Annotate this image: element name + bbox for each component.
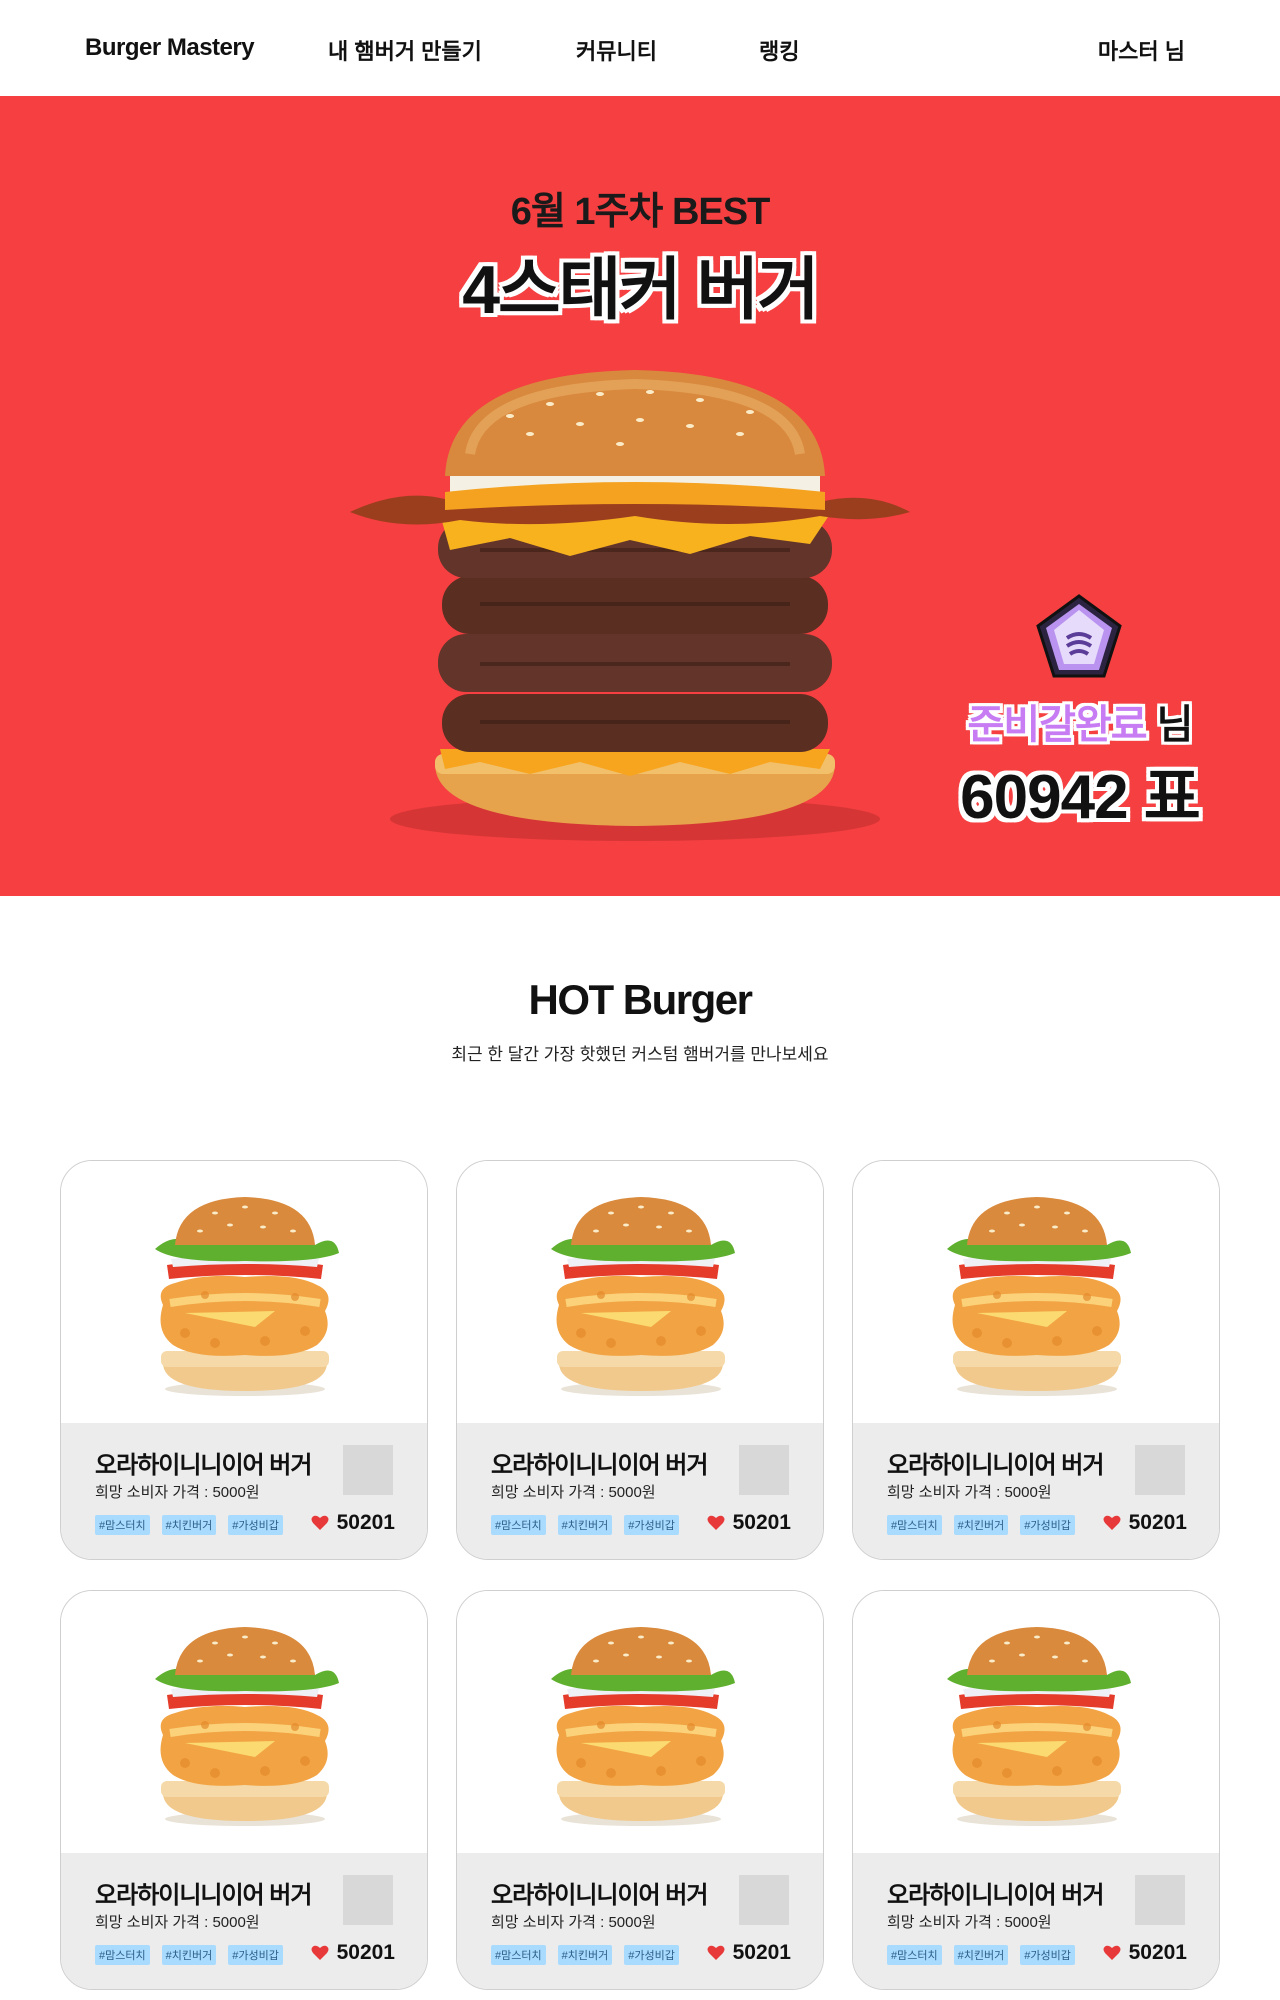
like-count: 50201 [336, 1511, 395, 1534]
burger-price: 희망 소비자 가격 : 5000원 [887, 1484, 1052, 1501]
tag-chip[interactable]: #가성비갑 [624, 1515, 679, 1535]
creator-thumbnail [343, 1445, 393, 1495]
pentagon-badge-icon [1036, 594, 1122, 678]
creator-thumbnail [1135, 1875, 1185, 1925]
tag-chip[interactable]: #맘스터치 [95, 1515, 150, 1535]
chicken-burger-image [155, 1627, 339, 1826]
burger-card[interactable]: 오라하이니니이어 버거 희망 소비자 가격 : 5000원 #맘스터치 #치킨버… [456, 1160, 824, 1560]
brand-logo[interactable]: Burger Mastery [85, 34, 255, 62]
burger-card-image [853, 1591, 1219, 1853]
burger-name: 오라하이니니이어 버거 [491, 1452, 708, 1479]
hot-section-subtitle: 최근 한 달간 가장 핫했던 커스텀 햄버거를 만나보세요 [451, 1045, 829, 1064]
chicken-burger-image [947, 1197, 1131, 1396]
burger-tags: #맘스터치 #치킨버거 #가성비갑 [95, 1515, 283, 1535]
heart-icon [707, 1945, 725, 1960]
like-count: 50201 [732, 1941, 791, 1964]
burger-card-info: 오라하이니니이어 버거 희망 소비자 가격 : 5000원 #맘스터치 #치킨버… [853, 1423, 1219, 1559]
burger-card-info: 오라하이니니이어 버거 희망 소비자 가격 : 5000원 #맘스터치 #치킨버… [853, 1853, 1219, 1989]
tag-chip[interactable]: #치킨버거 [161, 1515, 217, 1535]
burger-tags: #맘스터치 #치킨버거 #가성비갑 [887, 1945, 1075, 1965]
burger-price: 희망 소비자 가격 : 5000원 [491, 1914, 656, 1931]
burger-name: 오라하이니니이어 버거 [887, 1452, 1104, 1479]
creator-thumbnail [343, 1875, 393, 1925]
heart-icon [707, 1515, 725, 1530]
burger-card[interactable]: 오라하이니니이어 버거 희망 소비자 가격 : 5000원 #맘스터치 #치킨버… [852, 1590, 1220, 1990]
tag-chip[interactable]: #치킨버거 [161, 1945, 217, 1965]
heart-icon [311, 1515, 329, 1530]
like-button[interactable]: 50201 [707, 1511, 791, 1535]
burger-card[interactable]: 오라하이니니이어 버거 희망 소비자 가격 : 5000원 #맘스터치 #치킨버… [60, 1590, 428, 1990]
heart-icon [1103, 1515, 1121, 1530]
top-nav: Burger Mastery 내 햄버거 만들기 커뮤니티 랭킹 마스터 님 [0, 0, 1280, 96]
like-count: 50201 [336, 1941, 395, 1964]
burger-card-image [853, 1161, 1219, 1423]
burger-tags: #맘스터치 #치킨버거 #가성비갑 [491, 1945, 679, 1965]
tag-chip[interactable]: #맘스터치 [491, 1515, 546, 1535]
burger-card-image [457, 1161, 823, 1423]
user-menu[interactable]: 마스터 님 [1098, 34, 1185, 66]
like-count: 50201 [1128, 1511, 1187, 1534]
heart-icon [311, 1945, 329, 1960]
burger-card-info: 오라하이니니이어 버거 희망 소비자 가격 : 5000원 #맘스터치 #치킨버… [61, 1853, 427, 1989]
burger-price: 희망 소비자 가격 : 5000원 [887, 1914, 1052, 1931]
tag-chip[interactable]: #가성비갑 [1020, 1945, 1075, 1965]
like-button[interactable]: 50201 [1103, 1941, 1187, 1965]
burger-name: 오라하이니니이어 버거 [95, 1452, 312, 1479]
heart-icon [1103, 1945, 1121, 1960]
chicken-burger-image [947, 1627, 1131, 1826]
tag-chip[interactable]: #맘스터치 [887, 1945, 942, 1965]
burger-card[interactable]: 오라하이니니이어 버거 희망 소비자 가격 : 5000원 #맘스터치 #치킨버… [456, 1590, 824, 1990]
burger-card[interactable]: 오라하이니니이어 버거 희망 소비자 가격 : 5000원 #맘스터치 #치킨버… [60, 1160, 428, 1560]
burger-card-image [457, 1591, 823, 1853]
tag-chip[interactable]: #맘스터치 [887, 1515, 942, 1535]
burger-tags: #맘스터치 #치킨버거 #가성비갑 [491, 1515, 679, 1535]
burger-tags: #맘스터치 #치킨버거 #가성비갑 [887, 1515, 1075, 1535]
burger-card[interactable]: 오라하이니니이어 버거 희망 소비자 가격 : 5000원 #맘스터치 #치킨버… [852, 1160, 1220, 1560]
hero-banner: 6월 1주차 BEST 4스태커 버거 준비갈완료 님 60942 표 [0, 96, 1280, 896]
burger-card-info: 오라하이니니이어 버거 희망 소비자 가격 : 5000원 #맘스터치 #치킨버… [61, 1423, 427, 1559]
hero-title: 4스태커 버거 [462, 252, 820, 328]
nav-link-community[interactable]: 커뮤니티 [576, 34, 657, 66]
like-count: 50201 [1128, 1941, 1187, 1964]
hero-winner-name: 준비갈완료 님 [967, 703, 1194, 747]
hero-vote-count: 60942 표 [960, 763, 1201, 832]
nav-link-ranking[interactable]: 랭킹 [759, 34, 799, 66]
chicken-burger-image [551, 1197, 735, 1396]
burger-price: 희망 소비자 가격 : 5000원 [491, 1484, 656, 1501]
burger-card-image [61, 1591, 427, 1853]
hot-section-title: HOT Burger [528, 976, 753, 1023]
tag-chip[interactable]: #가성비갑 [624, 1945, 679, 1965]
tag-chip[interactable]: #가성비갑 [228, 1515, 283, 1535]
hero-burger-image [350, 370, 910, 841]
burger-price: 희망 소비자 가격 : 5000원 [95, 1484, 260, 1501]
burger-card-info: 오라하이니니이어 버거 희망 소비자 가격 : 5000원 #맘스터치 #치킨버… [457, 1853, 823, 1989]
burger-price: 희망 소비자 가격 : 5000원 [95, 1914, 260, 1931]
creator-thumbnail [739, 1875, 789, 1925]
like-button[interactable]: 50201 [311, 1511, 395, 1535]
burger-tags: #맘스터치 #치킨버거 #가성비갑 [95, 1945, 283, 1965]
creator-thumbnail [739, 1445, 789, 1495]
tag-chip[interactable]: #맘스터치 [95, 1945, 150, 1965]
tag-chip[interactable]: #맘스터치 [491, 1945, 546, 1965]
burger-card-info: 오라하이니니이어 버거 희망 소비자 가격 : 5000원 #맘스터치 #치킨버… [457, 1423, 823, 1559]
like-button[interactable]: 50201 [311, 1941, 395, 1965]
like-button[interactable]: 50201 [1103, 1511, 1187, 1535]
burger-name: 오라하이니니이어 버거 [491, 1882, 708, 1909]
like-count: 50201 [732, 1511, 791, 1534]
tag-chip[interactable]: #가성비갑 [228, 1945, 283, 1965]
tag-chip[interactable]: #치킨버거 [953, 1945, 1009, 1965]
burger-name: 오라하이니니이어 버거 [887, 1882, 1104, 1909]
chicken-burger-image [551, 1627, 735, 1826]
tag-chip[interactable]: #치킨버거 [953, 1515, 1009, 1535]
tag-chip[interactable]: #가성비갑 [1020, 1515, 1075, 1535]
chicken-burger-image [155, 1197, 339, 1396]
burger-name: 오라하이니니이어 버거 [95, 1882, 312, 1909]
tag-chip[interactable]: #치킨버거 [557, 1945, 613, 1965]
nav-link-make-burger[interactable]: 내 햄버거 만들기 [328, 34, 482, 66]
burger-card-image [61, 1161, 427, 1423]
hero-subtitle: 6월 1주차 BEST [510, 191, 771, 233]
tag-chip[interactable]: #치킨버거 [557, 1515, 613, 1535]
creator-thumbnail [1135, 1445, 1185, 1495]
like-button[interactable]: 50201 [707, 1941, 791, 1965]
